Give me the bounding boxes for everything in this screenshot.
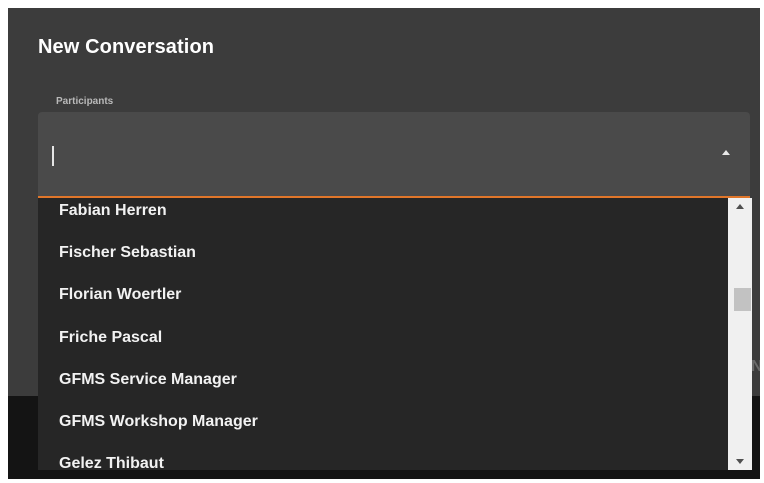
scrollbar-thumb[interactable] — [734, 288, 751, 311]
option-list: Fabian Herren Fischer Sebastian Florian … — [38, 198, 728, 470]
background-edge-text: N — [751, 358, 760, 375]
participants-label: Participants — [56, 96, 114, 107]
dropdown-scrollbar[interactable] — [728, 198, 752, 470]
scroll-up-button[interactable] — [728, 198, 752, 215]
option-gelez-thibaut[interactable]: Gelez Thibaut — [38, 443, 728, 470]
option-gfms-workshop-manager[interactable]: GFMS Workshop Manager — [38, 401, 728, 443]
scroll-down-button[interactable] — [728, 453, 752, 470]
chevron-up-icon[interactable] — [722, 150, 730, 155]
scroll-down-arrow-icon — [736, 459, 744, 464]
option-friche-pascal[interactable]: Friche Pascal — [38, 317, 728, 359]
option-florian-woertler[interactable]: Florian Woertler — [38, 274, 728, 316]
option-gfms-service-manager[interactable]: GFMS Service Manager — [38, 359, 728, 401]
participants-dropdown[interactable]: Fabian Herren Fischer Sebastian Florian … — [38, 198, 752, 470]
text-caret — [52, 146, 54, 166]
app-window: New Conversation Participants N Fabian H… — [8, 8, 760, 479]
participants-input[interactable] — [38, 112, 750, 198]
scroll-up-arrow-icon — [736, 204, 744, 209]
option-fabian-herren[interactable]: Fabian Herren — [38, 198, 728, 232]
option-fischer-sebastian[interactable]: Fischer Sebastian — [38, 232, 728, 274]
dialog-title: New Conversation — [38, 36, 215, 58]
